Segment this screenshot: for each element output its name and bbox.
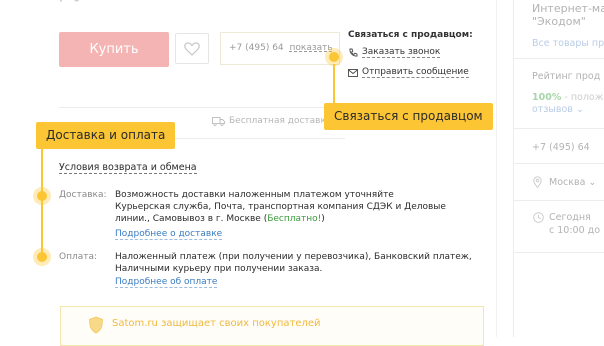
payment-details: Наложенный платеж (при получении у перев… bbox=[115, 251, 495, 275]
city-label: Москва bbox=[549, 177, 586, 188]
favorite-button[interactable] bbox=[175, 33, 209, 64]
send-message-link[interactable]: Отправить сообщение bbox=[348, 67, 469, 78]
delivery-line-3-end: ) bbox=[321, 214, 325, 224]
envelope-icon bbox=[348, 68, 358, 77]
free-delivery-label: Бесплатная доставк bbox=[229, 116, 326, 126]
chevron-down-icon: ⌄ bbox=[588, 177, 597, 188]
free-pickup-badge: Бесплатно! bbox=[267, 214, 322, 224]
phone-icon bbox=[349, 48, 358, 56]
sidebar-divider bbox=[513, 0, 514, 337]
delivery-marker bbox=[33, 187, 51, 205]
payment-label: Оплата: bbox=[59, 252, 98, 262]
delivery-label: Доставка: bbox=[59, 190, 107, 200]
clock-icon bbox=[533, 212, 544, 223]
seller-rating-value: 100% - полож bbox=[532, 92, 603, 103]
truck-icon bbox=[212, 116, 225, 126]
reviews-label: отзывов bbox=[532, 104, 573, 115]
contact-seller-title: Связаться с продавцом: bbox=[348, 30, 473, 40]
contact-seller-callout: Связаться с продавцом bbox=[324, 103, 493, 130]
order-call-label: Заказать звонок bbox=[362, 47, 441, 58]
sidebar-phone: +7 (495) 64 bbox=[532, 142, 590, 153]
returns-exchange-link[interactable]: Условия возврата и обмена bbox=[59, 162, 197, 174]
sidebar-separator-1 bbox=[514, 58, 604, 59]
rating-percent: 100% bbox=[532, 92, 562, 103]
chevron-down-icon: ⌄ bbox=[575, 104, 584, 115]
hours-time: с 10:00 до 1 bbox=[549, 225, 604, 236]
payment-line-1: Наложенный платеж (при получении у перев… bbox=[115, 252, 472, 262]
delivery-line-1: Возможность доставки наложенным платежом… bbox=[115, 190, 394, 200]
city-select[interactable]: Москва ⌄ bbox=[549, 177, 596, 188]
sidebar-separator-5 bbox=[514, 252, 604, 253]
product-title-fragment: ру bbox=[58, 0, 258, 8]
free-delivery-badge: Бесплатная доставк bbox=[212, 116, 326, 126]
rating-rest: - полож bbox=[561, 92, 604, 103]
delivery-payment-callout: Доставка и оплата bbox=[36, 122, 176, 149]
buy-button[interactable]: Купить bbox=[59, 32, 169, 67]
shop-name[interactable]: "Экодом" bbox=[532, 15, 586, 28]
send-message-label: Отправить сообщение bbox=[362, 67, 469, 78]
more-about-delivery-link[interactable]: Подробнее о доставке bbox=[115, 229, 223, 240]
delivery-line-3-text: линии., Самовывоз в г. Москве ( bbox=[115, 214, 268, 224]
seller-phone-box: +7 (495) 64 показать bbox=[220, 32, 340, 65]
contact-callout-line bbox=[333, 64, 335, 104]
heart-icon bbox=[184, 41, 200, 56]
reviews-dropdown[interactable]: отзывов ⌄ bbox=[532, 104, 584, 115]
seller-rating-title: Рейтинг прод bbox=[532, 71, 601, 82]
shop-type: Интернет-ма bbox=[532, 2, 604, 15]
location-pin-icon bbox=[533, 176, 542, 188]
payment-line-2: Наличными курьеру при получении заказа. bbox=[115, 264, 323, 274]
all-goods-link[interactable]: Все товары пр bbox=[532, 38, 604, 49]
delivery-line-2: Курьерская служба, Почта, транспортная к… bbox=[115, 202, 446, 212]
order-call-link[interactable]: Заказать звонок bbox=[348, 47, 441, 58]
delivery-details: Возможность доставки наложенным платежом… bbox=[115, 189, 495, 225]
sidebar-separator-2 bbox=[514, 128, 604, 129]
seller-phone-partial: +7 (495) 64 bbox=[229, 43, 284, 53]
shield-icon bbox=[89, 316, 103, 334]
sidebar-separator-4 bbox=[514, 200, 604, 201]
sidebar-separator-3 bbox=[514, 163, 604, 164]
content-divider bbox=[496, 0, 497, 337]
hours-day: Сегодня bbox=[549, 212, 591, 223]
delivery-line-3: линии., Самовывоз в г. Москве (Бесплатно… bbox=[115, 213, 495, 225]
buyer-protection-text: Satom.ru защищает своих покупателей bbox=[112, 318, 321, 329]
more-about-payment-link[interactable]: Подробнее об оплате bbox=[115, 277, 218, 288]
payment-marker bbox=[33, 248, 51, 266]
